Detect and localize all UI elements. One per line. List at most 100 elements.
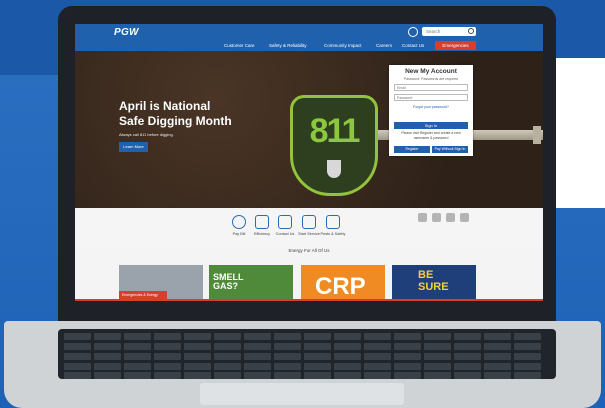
quick-links-bar: Pay Bill Efficiency Contact Us Start Ser… xyxy=(75,208,543,248)
keyboard-key xyxy=(514,343,541,350)
keyboard-key xyxy=(424,333,451,340)
twitter-icon[interactable] xyxy=(432,213,441,222)
keyboard-key xyxy=(154,372,181,379)
keyboard-key xyxy=(214,363,241,370)
footer-divider xyxy=(75,299,543,301)
globe-icon[interactable] xyxy=(408,27,418,37)
keyboard-row xyxy=(64,353,550,360)
keyboard-key xyxy=(274,333,301,340)
password-field[interactable]: Password xyxy=(394,94,468,101)
keyboard-key xyxy=(394,353,421,360)
keyboard-key xyxy=(124,353,151,360)
keyboard-key xyxy=(244,353,271,360)
keyboard-key xyxy=(94,333,121,340)
quick-link-label: Pests & Safety xyxy=(320,232,346,236)
house-icon xyxy=(326,215,340,229)
keyboard-key xyxy=(184,333,211,340)
keyboard-key xyxy=(124,343,151,350)
keyboard-key xyxy=(484,333,511,340)
search-icon[interactable] xyxy=(468,28,474,34)
keyboard-row xyxy=(64,372,550,379)
keyboard-key xyxy=(424,363,451,370)
nav-contact[interactable]: Contact Us xyxy=(402,43,424,48)
keyboard-key xyxy=(154,343,181,350)
keyboard-key xyxy=(304,372,331,379)
sign-in-button[interactable]: Sign In xyxy=(394,122,468,129)
keyboard-key xyxy=(154,363,181,370)
tools-icon xyxy=(302,215,316,229)
keyboard-key xyxy=(274,363,301,370)
login-title: New My Account xyxy=(405,68,457,75)
youtube-icon[interactable] xyxy=(460,213,469,222)
keyboard-key xyxy=(394,363,421,370)
keyboard-key xyxy=(334,343,361,350)
keyboard-key xyxy=(304,333,331,340)
keyboard-key xyxy=(124,363,151,370)
site-logo[interactable]: PGW xyxy=(114,27,139,38)
keyboard-key xyxy=(124,372,151,379)
pipe-joint-right xyxy=(533,126,541,144)
quick-link-pests-safety[interactable]: Pests & Safety xyxy=(318,215,348,236)
tile-crp[interactable]: CRP xyxy=(301,265,385,301)
keyboard-key xyxy=(124,333,151,340)
keyboard-key xyxy=(424,372,451,379)
register-button[interactable]: Register xyxy=(394,146,430,153)
keyboard-key xyxy=(244,372,271,379)
keyboard-row xyxy=(64,363,550,370)
instagram-icon[interactable] xyxy=(418,213,427,222)
keyboard-key xyxy=(334,333,361,340)
tile-smell-gas[interactable]: SMELL GAS? xyxy=(209,265,293,301)
nav-community[interactable]: Community Impact xyxy=(324,43,362,48)
email-field[interactable]: Email xyxy=(394,84,468,91)
keyboard-key xyxy=(364,372,391,379)
keyboard-key xyxy=(514,363,541,370)
laptop-screen: PGW Search Customer Care Safety & Reliab… xyxy=(75,24,543,301)
keyboard-key xyxy=(514,353,541,360)
facebook-icon[interactable] xyxy=(446,213,455,222)
nav-careers[interactable]: Careers xyxy=(376,43,392,48)
pay-without-sign-in-button[interactable]: Pay Without Sign In xyxy=(432,146,468,153)
keyboard-key xyxy=(454,353,481,360)
nav-customer-care[interactable]: Customer Care xyxy=(224,43,255,48)
laptop-keyboard xyxy=(58,329,556,379)
keyboard-key xyxy=(244,343,271,350)
keyboard-key xyxy=(214,333,241,340)
keyboard-key xyxy=(364,363,391,370)
login-panel: New My Account Password: Passwords are r… xyxy=(389,65,473,156)
dollar-icon xyxy=(232,215,246,229)
site-header: PGW Search Customer Care Safety & Reliab… xyxy=(75,24,543,51)
keyboard-key xyxy=(274,343,301,350)
keyboard-key xyxy=(184,363,211,370)
learn-more-button[interactable]: Learn More xyxy=(119,142,148,152)
keyboard-key xyxy=(424,353,451,360)
keyboard-key xyxy=(364,353,391,360)
keyboard-key xyxy=(394,343,421,350)
keyboard-key xyxy=(94,372,121,379)
keyboard-key xyxy=(64,333,91,340)
hero-subtitle: Always call 811 before digging. xyxy=(119,132,174,137)
keyboard-key xyxy=(304,363,331,370)
laptop-trackpad xyxy=(200,383,404,405)
section-title: Energy For All Of Us xyxy=(288,248,330,253)
keyboard-key xyxy=(244,363,271,370)
keyboard-key xyxy=(454,363,481,370)
keyboard-key xyxy=(454,372,481,379)
keyboard-key xyxy=(514,372,541,379)
keyboard-row xyxy=(64,333,550,340)
nav-emergencies-button[interactable]: Emergencies xyxy=(435,41,476,50)
tile-be-sure[interactable]: BE SURE xyxy=(392,265,476,301)
logo-811-number: 811 xyxy=(309,112,361,150)
keyboard-key xyxy=(214,372,241,379)
nav-safety[interactable]: Safety & Reliability xyxy=(269,43,307,48)
tile-emergencies-label: Emergencies & Energy Safety xyxy=(119,291,167,299)
keyboard-key xyxy=(184,372,211,379)
forgot-password-link[interactable]: Forgot your password? xyxy=(389,105,473,109)
keyboard-key xyxy=(94,343,121,350)
keyboard-key xyxy=(94,353,121,360)
keyboard-key xyxy=(484,343,511,350)
tile-be-sure-label: BE SURE xyxy=(418,269,449,293)
keyboard-key xyxy=(484,363,511,370)
keyboard-key xyxy=(64,363,91,370)
keyboard-key xyxy=(484,372,511,379)
hero-title: April is National Safe Digging Month xyxy=(119,99,232,128)
